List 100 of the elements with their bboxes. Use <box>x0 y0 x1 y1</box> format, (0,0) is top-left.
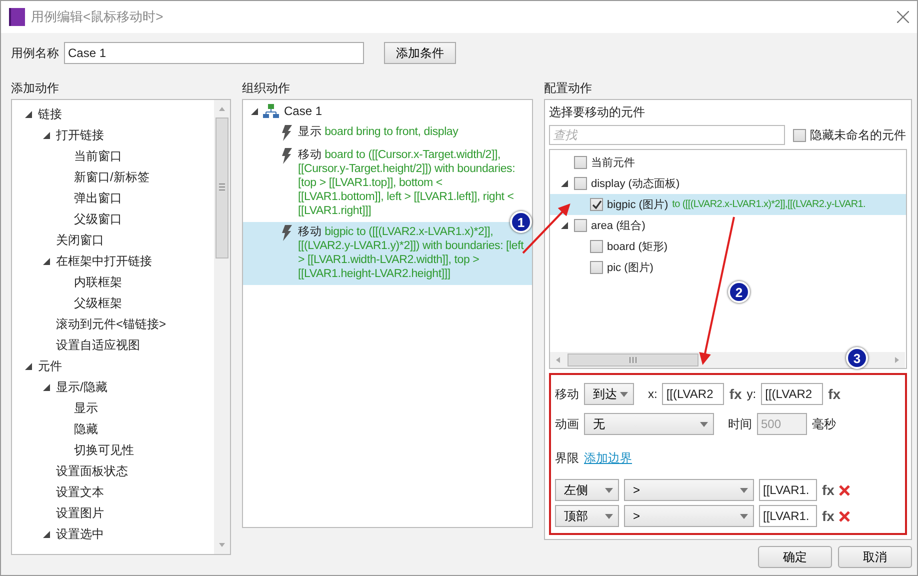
bound-value-field[interactable]: [[LVAR1. <box>759 505 817 527</box>
widget-row[interactable]: pic (图片) <box>550 257 906 278</box>
action-tree-item[interactable]: 链接 <box>38 106 62 123</box>
widget-name: board (矩形) <box>607 240 668 254</box>
vertical-scrollbar-drawing[interactable] <box>214 100 230 554</box>
x-field[interactable]: [[(LVAR2 <box>662 383 724 405</box>
expanded-triangle-icon[interactable] <box>42 258 50 265</box>
case-name-label: 用例名称 <box>11 44 59 62</box>
expanded-triangle-icon[interactable] <box>42 132 50 139</box>
organize-actions-heading: 组织动作 <box>242 80 291 96</box>
action-tree-item[interactable]: 隐藏 <box>74 421 98 438</box>
bound-value-field[interactable]: [[LVAR1. <box>759 479 817 501</box>
unit-label: 毫秒 <box>812 416 836 432</box>
checkbox[interactable] <box>574 156 587 169</box>
search-field[interactable]: 查找 <box>549 125 785 145</box>
fx-button[interactable]: fx <box>729 386 742 402</box>
close-icon[interactable] <box>897 11 909 23</box>
checkbox[interactable] <box>574 219 587 232</box>
action-tree-item[interactable]: 设置图片 <box>56 505 104 522</box>
action-tree-item[interactable]: 父级框架 <box>74 295 122 312</box>
horizontal-scrollbar-drawing[interactable] <box>550 352 905 368</box>
action-tree-item[interactable]: 设置文本 <box>56 484 104 501</box>
action-tree-item[interactable]: 设置自适应视图 <box>56 337 140 354</box>
lightning-icon <box>281 125 292 141</box>
cancel-button[interactable]: 取消 <box>838 546 912 568</box>
action-tree-item[interactable]: 显示/隐藏 <box>56 379 108 396</box>
add-actions-heading: 添加动作 <box>11 80 60 96</box>
expanded-triangle-icon[interactable] <box>560 180 568 187</box>
action-tree-item[interactable]: 父级窗口 <box>74 211 122 228</box>
window-title: 用例编辑<鼠标移动时> <box>31 8 164 26</box>
fx-button[interactable]: fx <box>822 508 834 524</box>
case-name-field[interactable]: Case 1 <box>64 42 364 64</box>
action-tree-item[interactable]: 切换可见性 <box>74 442 134 459</box>
delete-icon[interactable] <box>839 510 850 522</box>
hide-unnamed-label[interactable]: 隐藏未命名的元件 <box>810 126 906 144</box>
y-field[interactable]: [[(LVAR2 <box>761 383 824 405</box>
expanded-triangle-icon[interactable] <box>42 384 50 391</box>
action-tree-item[interactable]: 显示 <box>74 400 98 417</box>
widget-name: pic (图片) <box>607 261 654 275</box>
checkbox[interactable] <box>574 177 587 190</box>
expanded-triangle-icon[interactable] <box>251 108 258 114</box>
action-tree-item[interactable]: 关闭窗口 <box>56 232 104 249</box>
caret-icon <box>620 392 628 396</box>
widget-name: area (组合) <box>591 219 646 233</box>
app-logo-icon <box>9 8 25 26</box>
widget-row[interactable]: area (组合) <box>550 215 906 236</box>
action-tree-item[interactable]: 新窗口/新标签 <box>74 169 150 186</box>
action-tree-item[interactable]: 当前窗口 <box>74 148 122 165</box>
time-label: 时间 <box>728 416 752 432</box>
lightning-icon <box>281 225 292 241</box>
checkbox[interactable] <box>590 240 603 253</box>
side-dropdown[interactable]: 左侧 <box>555 479 619 501</box>
checkbox[interactable] <box>590 261 603 274</box>
case-tree-icon <box>263 104 279 118</box>
checkbox[interactable] <box>590 198 603 211</box>
lightning-icon <box>281 148 292 164</box>
action-tree-item[interactable]: 设置选中 <box>56 526 104 543</box>
configure-actions-heading: 配置动作 <box>544 80 593 96</box>
action-tree-item[interactable]: 弹出窗口 <box>74 190 122 207</box>
action-text: 显示 board bring to front, display <box>298 125 460 140</box>
y-label: y: <box>746 387 756 401</box>
add-condition-button[interactable]: 添加条件 <box>384 42 456 64</box>
ok-button[interactable]: 确定 <box>758 546 832 568</box>
action-tree-item[interactable]: 元件 <box>38 358 62 375</box>
action-tree-item[interactable]: 打开链接 <box>56 127 104 144</box>
expanded-triangle-icon[interactable] <box>24 111 32 118</box>
fx-button[interactable]: fx <box>828 386 841 402</box>
fx-button[interactable]: fx <box>822 482 834 498</box>
move-target-text: to ([[(LVAR2.x-LVAR1.x)*2]],[[(LVAR2.y-LVAR1. <box>672 199 866 210</box>
widget-row[interactable]: 当前元件 <box>550 152 906 173</box>
caret-icon <box>700 422 708 426</box>
move-mode-dropdown[interactable]: 到达 <box>584 383 634 405</box>
delete-icon[interactable] <box>839 484 850 496</box>
widget-row[interactable]: bigpic (图片) to ([[(LVAR2.x-LVAR1.x)*2]],[[(LVAR2.y-LVAR1. <box>550 194 906 215</box>
widget-name: 当前元件 <box>591 156 635 170</box>
checkbox[interactable] <box>793 128 806 142</box>
action-tree-item[interactable]: 设置面板状态 <box>56 463 128 480</box>
action-tree-item[interactable]: 在框架中打开链接 <box>56 253 152 270</box>
operator-dropdown[interactable]: > <box>624 505 754 527</box>
widget-row[interactable]: board (矩形) <box>550 236 906 257</box>
caret-icon <box>605 488 613 492</box>
widget-name: bigpic (图片) <box>607 198 668 212</box>
x-label: x: <box>648 387 658 401</box>
expanded-triangle-icon[interactable] <box>560 222 568 229</box>
widget-row[interactable]: display (动态面板) <box>550 173 906 194</box>
picker-label: 选择要移动的元件 <box>549 104 646 121</box>
caret-icon <box>605 514 613 518</box>
move-label: 移动 <box>555 386 579 402</box>
expanded-triangle-icon[interactable] <box>24 363 32 370</box>
animation-dropdown[interactable]: 无 <box>584 413 714 435</box>
caret-icon <box>740 488 748 492</box>
action-row[interactable]: 显示 board bring to front, display <box>243 122 532 145</box>
side-dropdown[interactable]: 顶部 <box>555 505 619 527</box>
add-bound-link[interactable]: 添加边界 <box>584 450 632 466</box>
widget-name: display (动态面板) <box>591 176 680 191</box>
expanded-triangle-icon[interactable] <box>42 531 50 538</box>
operator-dropdown[interactable]: > <box>624 479 754 501</box>
action-tree-item[interactable]: 滚动到元件<锚链接> <box>56 316 166 333</box>
action-tree-item[interactable]: 内联框架 <box>74 274 122 291</box>
case-label[interactable]: Case 1 <box>284 104 322 118</box>
